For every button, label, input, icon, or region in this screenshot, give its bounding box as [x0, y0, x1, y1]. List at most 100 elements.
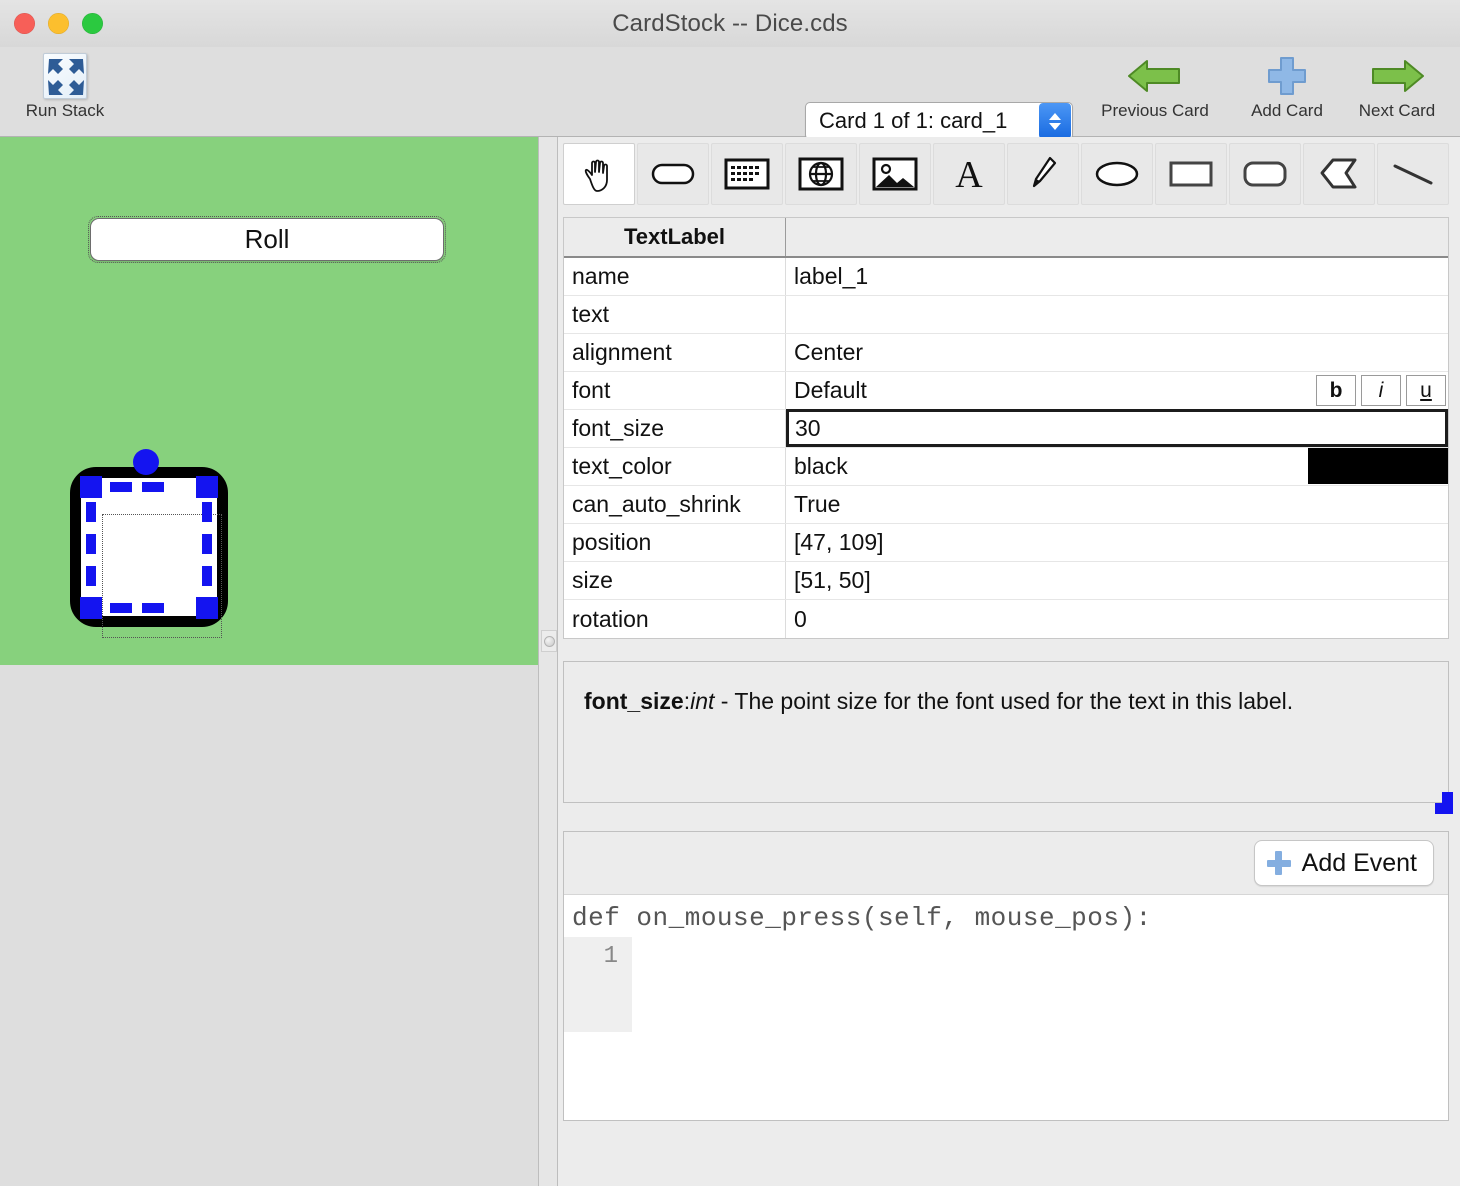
splitter-grip[interactable]: [541, 630, 557, 652]
plus-icon: [1266, 851, 1291, 875]
font-size-input[interactable]: 30: [786, 409, 1448, 447]
code-editor[interactable]: def on_mouse_press(self, mouse_pos): 1: [564, 894, 1448, 1120]
button-tool[interactable]: [637, 143, 709, 205]
line-tool[interactable]: [1377, 143, 1449, 205]
image-tool[interactable]: [859, 143, 931, 205]
property-row-size[interactable]: size [51, 50]: [564, 562, 1448, 600]
roll-button[interactable]: Roll: [90, 218, 444, 261]
code-text-input[interactable]: [632, 937, 1448, 1032]
selection-edge-segment: [86, 502, 96, 522]
property-label: rotation: [564, 600, 786, 638]
help-separator: -: [714, 688, 735, 714]
app-window: CardStock -- Dice.cds Run Stack Card 1 o…: [0, 0, 1460, 1186]
property-label: can_auto_shrink: [564, 486, 786, 523]
property-row-font[interactable]: font Default b i u: [564, 372, 1448, 410]
main-toolbar: Run Stack Card 1 of 1: card_1 Previous C…: [0, 47, 1460, 140]
resize-handle-top-left[interactable]: [80, 476, 102, 498]
selection-edge-segment: [142, 603, 164, 613]
selected-shape[interactable]: [68, 449, 238, 638]
property-row-position[interactable]: position [47, 109]: [564, 524, 1448, 562]
property-value[interactable]: True: [786, 486, 1448, 523]
svg-text:A: A: [955, 155, 983, 193]
main-body: Roll A TextLabel name label_1 text align…: [0, 137, 1460, 1186]
card-pane: Roll: [0, 137, 538, 1186]
textlabel-tool[interactable]: A: [933, 143, 1005, 205]
property-row-font-size[interactable]: font_size 30: [564, 409, 1448, 448]
roundrect-tool[interactable]: [1229, 143, 1301, 205]
property-value[interactable]: [47, 109]: [786, 524, 1448, 561]
property-row-name[interactable]: name label_1: [564, 258, 1448, 296]
previous-card-label: Previous Card: [1101, 101, 1209, 120]
roll-button-label: Roll: [244, 224, 290, 254]
object-type-header: TextLabel: [564, 218, 786, 256]
selection-edge-segment: [86, 566, 96, 586]
add-event-label: Add Event: [1301, 848, 1417, 877]
card-canvas[interactable]: Roll: [0, 137, 538, 665]
help-panel: font_size:int - The point size for the f…: [563, 661, 1453, 814]
resize-handle-bottom-right[interactable]: [196, 597, 218, 619]
window-titlebar: CardStock -- Dice.cds: [0, 0, 1460, 47]
text-color-swatch[interactable]: [1308, 448, 1448, 484]
add-event-button[interactable]: Add Event: [1253, 840, 1434, 886]
property-row-can-auto-shrink[interactable]: can_auto_shrink True: [564, 486, 1448, 524]
property-table: TextLabel name label_1 text alignment Ce…: [563, 217, 1449, 639]
property-row-alignment[interactable]: alignment Center: [564, 334, 1448, 372]
value-column-header: [786, 218, 1448, 256]
code-panel: Add Event def on_mouse_press(self, mouse…: [563, 831, 1449, 1121]
help-panel-resize-grip[interactable]: [1435, 792, 1453, 814]
property-table-header: TextLabel: [564, 218, 1448, 258]
code-body: 1: [564, 937, 1448, 1032]
right-arrow-icon: [1332, 52, 1460, 100]
property-value[interactable]: 0: [786, 600, 1448, 638]
run-stack-label: Run Stack: [25, 101, 105, 120]
property-value[interactable]: [786, 296, 1448, 333]
property-label: text: [564, 296, 786, 333]
pane-splitter[interactable]: [538, 137, 558, 1186]
help-prop-type: int: [690, 688, 715, 714]
property-label: size: [564, 562, 786, 599]
next-card-label: Next Card: [1358, 101, 1436, 120]
polygon-tool[interactable]: [1303, 143, 1375, 205]
rotation-handle[interactable]: [133, 449, 159, 475]
pen-tool[interactable]: [1007, 143, 1079, 205]
inspector-pane: A TextLabel name label_1 text alignment …: [558, 137, 1460, 1186]
hand-tool[interactable]: [563, 143, 635, 205]
property-value[interactable]: [51, 50]: [786, 562, 1448, 599]
property-label: position: [564, 524, 786, 561]
previous-card-button[interactable]: Previous Card: [1090, 52, 1220, 121]
underline-button[interactable]: u: [1406, 375, 1446, 406]
selection-edge-segment: [110, 603, 132, 613]
italic-button[interactable]: i: [1361, 375, 1401, 406]
run-stack-button[interactable]: Run Stack: [0, 52, 130, 121]
selection-edge-segment: [202, 566, 212, 586]
card-selector-dropdown[interactable]: Card 1 of 1: card_1: [805, 102, 1073, 140]
webview-tool[interactable]: [785, 143, 857, 205]
help-description: The point size for the font used for the…: [734, 688, 1294, 714]
property-row-text[interactable]: text: [564, 296, 1448, 334]
window-title: CardStock -- Dice.cds: [612, 10, 848, 37]
property-row-text-color[interactable]: text_color black: [564, 448, 1448, 486]
selection-edge-segment: [142, 482, 164, 492]
run-stack-icon: [0, 52, 130, 100]
property-label: text_color: [564, 448, 786, 485]
property-label: alignment: [564, 334, 786, 371]
selection-edge-segment: [202, 534, 212, 554]
textfield-tool[interactable]: [711, 143, 783, 205]
property-value[interactable]: Center: [786, 334, 1448, 371]
card-selector-value: Card 1 of 1: card_1: [819, 108, 1008, 133]
next-card-button[interactable]: Next Card: [1332, 52, 1460, 121]
selection-edge-segment: [86, 534, 96, 554]
resize-handle-top-right[interactable]: [196, 476, 218, 498]
resize-handle-bottom-left[interactable]: [80, 597, 102, 619]
rect-tool[interactable]: [1155, 143, 1227, 205]
property-label: name: [564, 258, 786, 295]
property-row-rotation[interactable]: rotation 0: [564, 600, 1448, 638]
oval-tool[interactable]: [1081, 143, 1153, 205]
tool-palette: A: [563, 143, 1449, 205]
left-arrow-icon: [1090, 52, 1220, 100]
card-selector-stepper-icon[interactable]: [1039, 103, 1071, 139]
bold-button[interactable]: b: [1316, 375, 1356, 406]
help-text: font_size:int - The point size for the f…: [584, 688, 1432, 716]
property-value[interactable]: label_1: [786, 258, 1448, 295]
help-prop-name: font_size: [584, 688, 684, 714]
